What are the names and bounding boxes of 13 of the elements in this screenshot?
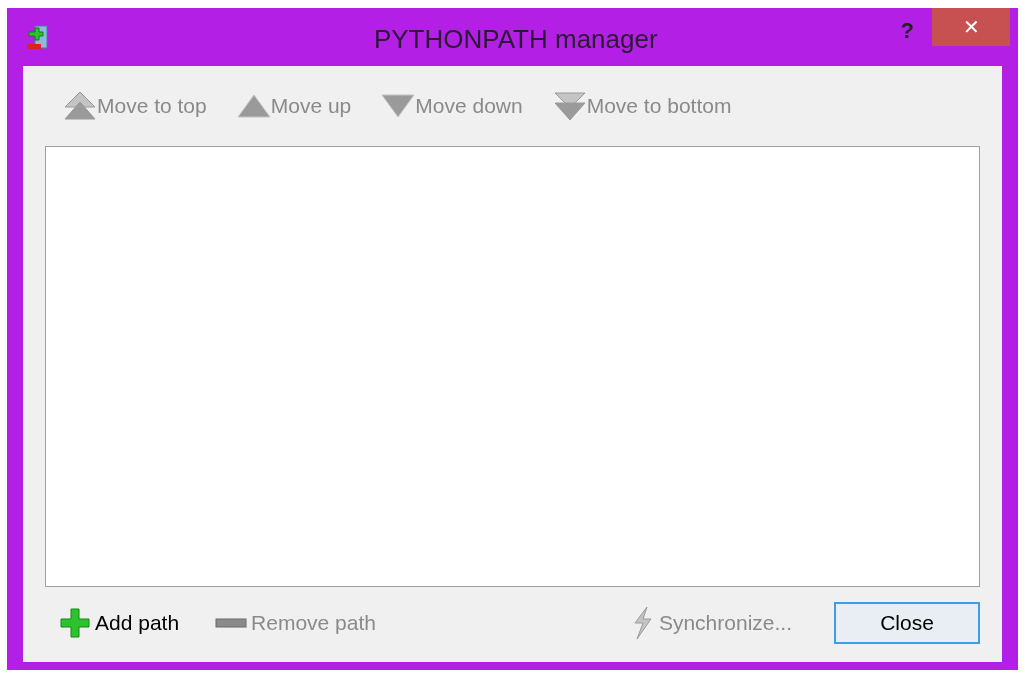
add-path-button[interactable]: Add path xyxy=(51,603,188,643)
double-down-arrow-icon xyxy=(552,91,587,121)
path-list[interactable] xyxy=(45,146,980,587)
app-icon xyxy=(25,24,51,52)
help-button[interactable]: ? xyxy=(900,14,914,47)
up-arrow-icon xyxy=(236,94,271,118)
double-up-arrow-icon xyxy=(63,91,97,121)
plus-icon xyxy=(59,607,91,639)
window-title: PYTHONPATH manager xyxy=(373,23,658,56)
close-window-button[interactable]: ✕ xyxy=(932,8,1010,46)
minus-icon xyxy=(215,618,248,628)
close-button[interactable]: Close xyxy=(834,602,980,644)
down-arrow-icon xyxy=(381,94,416,118)
